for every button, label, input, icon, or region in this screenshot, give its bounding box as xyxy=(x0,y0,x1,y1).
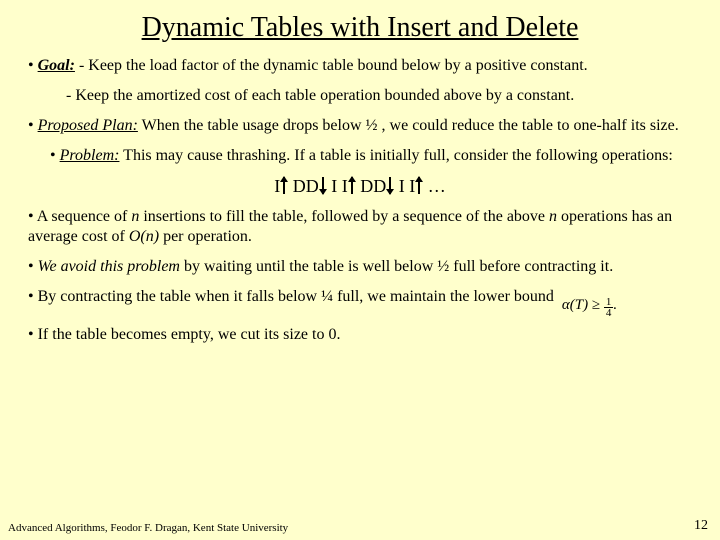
fraction: 14 xyxy=(604,297,614,318)
empty-line: • If the table becomes empty, we cut its… xyxy=(28,325,692,345)
problem-label: Problem: xyxy=(60,147,120,164)
problem-text: This may cause thrashing. If a table is … xyxy=(119,147,672,164)
proposed-label: Proposed Plan: xyxy=(38,117,138,134)
down-arrow-icon xyxy=(322,177,324,194)
formula: α(T) ≥ 14. xyxy=(562,296,617,317)
slide-title: Dynamic Tables with Insert and Delete xyxy=(28,12,692,44)
slide: Dynamic Tables with Insert and Delete • … xyxy=(0,0,720,540)
operation-sequence: I DD I I DD I I … xyxy=(28,176,692,197)
contract-text: • By contracting the table when it falls… xyxy=(28,288,554,305)
goal-label: Goal: xyxy=(38,57,75,74)
frac-den: 4 xyxy=(604,308,614,318)
down-arrow-icon xyxy=(389,177,391,194)
goal-text-1: Keep the load factor of the dynamic tabl… xyxy=(88,57,587,74)
contract-line: • By contracting the table when it falls… xyxy=(28,287,692,315)
proposed-plan: • Proposed Plan: When the table usage dr… xyxy=(28,116,692,136)
avoid-line: • We avoid this problem by waiting until… xyxy=(28,257,692,277)
footer-text: Advanced Algorithms, Feodor F. Dragan, K… xyxy=(8,522,288,534)
seq-p6: … xyxy=(428,176,446,196)
goal-dash-2: - xyxy=(66,87,75,104)
avoid-label: We avoid this problem xyxy=(38,258,180,275)
formula-lhs: α(T) ≥ xyxy=(562,297,604,313)
seq-note-a: • A sequence of xyxy=(28,208,131,225)
up-arrow-icon xyxy=(283,177,285,194)
avoid-text: by waiting until the table is well below… xyxy=(180,258,613,275)
seq-p4: DD xyxy=(360,176,386,196)
up-arrow-icon xyxy=(418,177,420,194)
seq-p5: I I xyxy=(399,176,416,196)
up-arrow-icon xyxy=(351,177,353,194)
formula-period: . xyxy=(613,297,617,313)
seq-p3: I I xyxy=(331,176,348,196)
goal-text-2: Keep the amortized cost of each table op… xyxy=(75,87,574,104)
page-number: 12 xyxy=(694,518,708,534)
seq-p2: DD xyxy=(293,176,319,196)
goal-line-1: • Goal: - Keep the load factor of the dy… xyxy=(28,56,692,76)
goal-line-2: - Keep the amortized cost of each table … xyxy=(66,86,692,106)
seq-note-d: per operation. xyxy=(159,228,252,245)
sequence-note: • A sequence of n insertions to fill the… xyxy=(28,207,692,247)
seq-note-b: insertions to fill the table, followed b… xyxy=(139,208,549,225)
seq-note-n2: n xyxy=(549,208,557,225)
problem-line: • Problem: This may cause thrashing. If … xyxy=(50,146,692,166)
proposed-text: When the table usage drops below ½ , we … xyxy=(138,117,679,134)
seq-note-On: O(n) xyxy=(129,228,159,245)
footer: Advanced Algorithms, Feodor F. Dragan, K… xyxy=(8,522,708,534)
goal-dash-1: - xyxy=(75,57,88,74)
